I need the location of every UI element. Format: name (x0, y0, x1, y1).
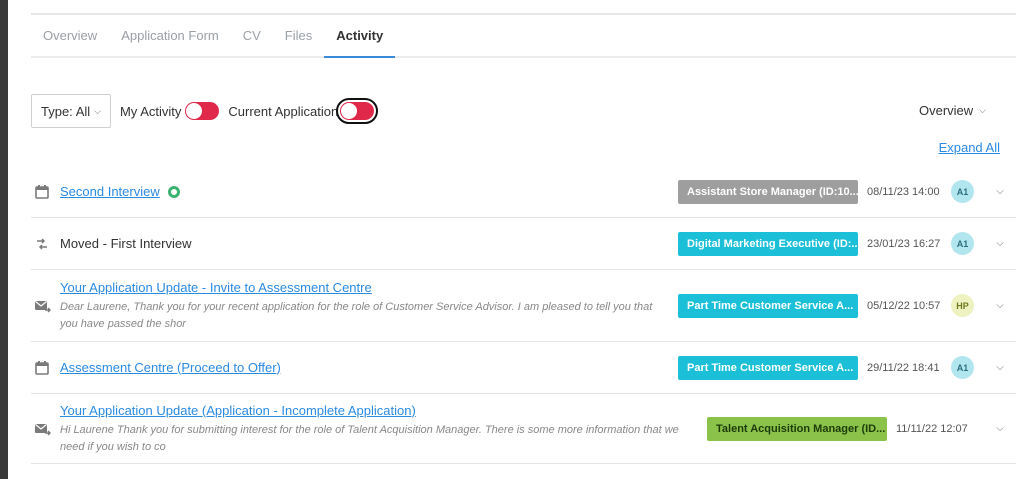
activity-row: Your Application Update (Application - I… (31, 394, 1016, 464)
activity-title: Moved - First Interview (60, 235, 192, 251)
activity-meta: Part Time Customer Service A... 05/12/22… (678, 293, 1016, 318)
activity-meta: Assistant Store Manager (ID:10... 08/11/… (678, 179, 1016, 204)
activity-timestamp: 11/11/22 12:07 (896, 422, 968, 435)
move-arrows-icon (33, 235, 51, 253)
job-tag[interactable]: Part Time Customer Service A... (678, 293, 858, 318)
tab-overview[interactable]: Overview (31, 16, 109, 56)
activity-list: Second Interview Assistant Store Manager… (31, 166, 1016, 464)
activity-content: Assessment Centre (Proceed to Offer) (60, 359, 671, 377)
tab-files[interactable]: Files (273, 16, 324, 56)
candidate-panel: Overview Application Form CV Files Activ… (8, 0, 1032, 479)
chevron-down-icon: ⌵ (94, 105, 101, 116)
email-forward-icon (33, 297, 51, 315)
activity-title-link[interactable]: Second Interview (60, 184, 160, 199)
overview-dropdown-label: Overview (918, 103, 974, 118)
activity-content: Your Application Update - Invite to Asse… (60, 279, 671, 333)
activity-timestamp: 08/11/23 14:00 (867, 185, 940, 198)
activity-timestamp: 23/01/23 16:27 (867, 237, 941, 250)
toggle-knob (341, 103, 358, 119)
job-tag[interactable]: Assistant Store Manager (ID:10... (678, 179, 858, 204)
activity-title-link[interactable]: Your Application Update (Application - I… (60, 403, 416, 418)
avatar: A1 (951, 180, 974, 203)
job-tag[interactable]: Part Time Customer Service A... (678, 355, 858, 380)
activity-description: Hi Laurene Thank you for submitting inte… (60, 422, 704, 456)
activity-title-link[interactable]: Your Application Update - Invite to Asse… (60, 280, 372, 295)
toggle-knob (186, 103, 203, 119)
activity-title-link[interactable]: Assessment Centre (Proceed to Offer) (60, 360, 281, 375)
tab-bar: Overview Application Form CV Files Activ… (31, 16, 1016, 58)
activity-meta: Talent Acquisition Manager (ID... 11/11/… (707, 416, 1016, 441)
expand-row-chevron-icon[interactable]: ⌵ (993, 186, 1007, 197)
activity-row: Assessment Centre (Proceed to Offer) Par… (31, 342, 1016, 394)
activity-description: Dear Laurene, Thank you for your recent … (60, 299, 671, 333)
avatar: A1 (951, 232, 974, 255)
activity-meta: Digital Marketing Executive (ID:... 23/0… (678, 231, 1016, 256)
chevron-down-icon: ⌵ (979, 105, 986, 115)
type-filter-label: Type: All (41, 103, 91, 119)
description-line: Dear Laurene, Thank you for your recent … (60, 300, 653, 313)
description-line: Hi Laurene Thank you for submitting inte… (60, 423, 679, 436)
calendar-icon (33, 183, 51, 201)
top-divider (31, 13, 1016, 15)
my-activity-label: My Activity (119, 103, 182, 119)
description-line: need if you wish to co (60, 440, 166, 453)
expand-all-link[interactable]: Expand All (939, 140, 1000, 155)
activity-row: Moved - First Interview Digital Marketin… (31, 218, 1016, 270)
activity-meta: Part Time Customer Service A... 29/11/22… (678, 355, 1016, 380)
current-application-toggle[interactable] (336, 98, 379, 124)
expand-row-chevron-icon[interactable]: ⌵ (993, 423, 1007, 434)
tab-activity[interactable]: Activity (324, 16, 396, 58)
activity-row: Your Application Update - Invite to Asse… (31, 270, 1016, 342)
activity-row: Second Interview Assistant Store Manager… (31, 166, 1016, 218)
email-forward-icon (33, 420, 51, 438)
activity-content: Moved - First Interview (60, 235, 671, 253)
type-filter-select[interactable]: Type: All ⌵ (31, 94, 111, 128)
activity-content: Your Application Update (Application - I… (60, 402, 704, 456)
job-tag[interactable]: Digital Marketing Executive (ID:... (678, 231, 858, 256)
activity-timestamp: 05/12/22 10:57 (867, 299, 941, 312)
activity-filters: Type: All ⌵ My Activity Current Applicat… (31, 94, 379, 128)
description-line: you have passed the shor (60, 317, 186, 330)
tab-cv[interactable]: CV (231, 16, 273, 56)
current-application-label: Current Application (228, 103, 339, 119)
expand-row-chevron-icon[interactable]: ⌵ (993, 362, 1007, 373)
avatar: HP (951, 294, 974, 317)
tab-application-form[interactable]: Application Form (109, 16, 231, 56)
expand-row-chevron-icon[interactable]: ⌵ (993, 238, 1007, 249)
my-activity-toggle[interactable] (185, 102, 220, 120)
calendar-icon (33, 359, 51, 377)
overview-dropdown[interactable]: Overview ⌵ (919, 103, 986, 118)
avatar: A1 (951, 356, 974, 379)
expand-row-chevron-icon[interactable]: ⌵ (993, 300, 1007, 311)
activity-content: Second Interview (60, 183, 671, 201)
job-tag[interactable]: Talent Acquisition Manager (ID... (707, 416, 887, 441)
status-indicator-icon (167, 185, 180, 198)
activity-timestamp: 29/11/22 18:41 (867, 361, 940, 374)
